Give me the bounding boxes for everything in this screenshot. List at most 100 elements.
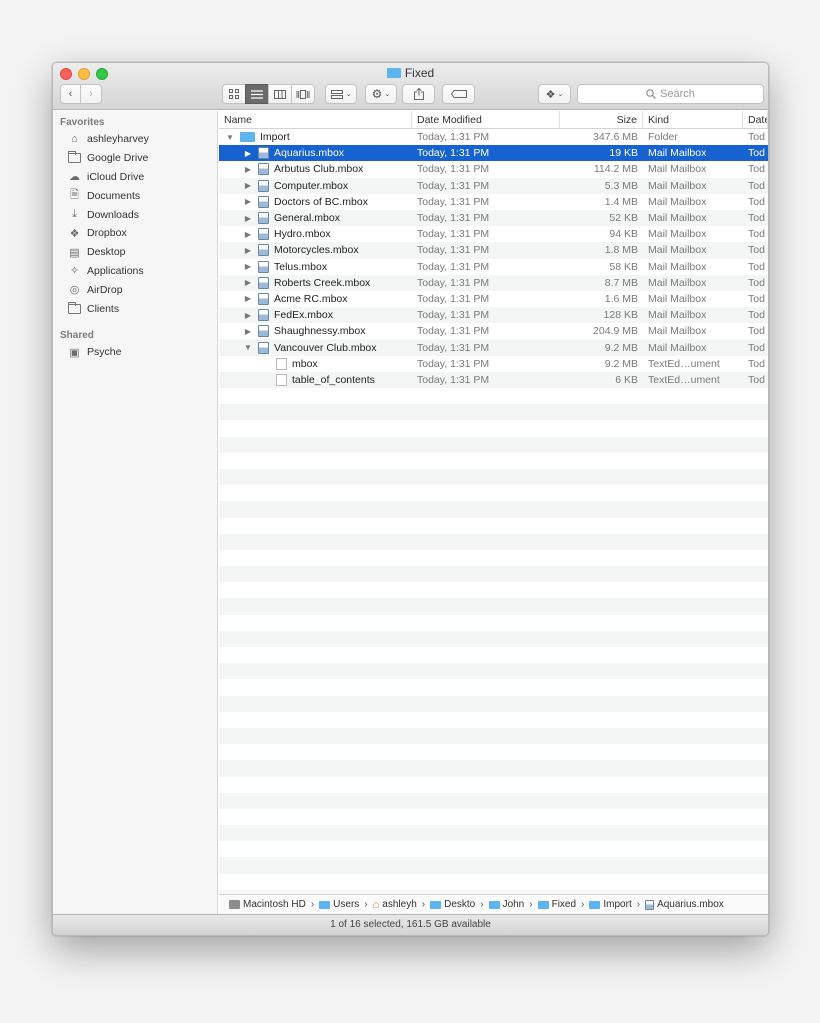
window-title: Fixed [53, 66, 768, 80]
file-name: General.mbox [274, 212, 340, 225]
table-row[interactable]: ▶ Aquarius.mbox Today, 1:31 PM 19 KB Mai… [219, 145, 768, 162]
path-segment[interactable]: Fixed [537, 899, 576, 910]
empty-row [219, 760, 768, 777]
sidebar-item-label: Applications [87, 264, 144, 277]
empty-row [219, 485, 768, 501]
folder-icon [430, 900, 442, 909]
table-row[interactable]: ▶ Hydro.mbox Today, 1:31 PM 94 KB Mail M… [219, 226, 768, 242]
column-headers: Name Date Modified Size Kind Date [219, 111, 768, 129]
empty-row [219, 566, 768, 583]
table-row[interactable]: table_of_contents Today, 1:31 PM 6 KB Te… [219, 371, 768, 388]
disclosure-closed-icon[interactable]: ▶ [242, 278, 254, 287]
disclosure-open-icon[interactable]: ▼ [242, 343, 254, 352]
date-added: Tod [748, 341, 765, 354]
downloads-icon: ⤓ [72, 208, 77, 221]
table-row[interactable]: ▶ Computer.mbox Today, 1:31 PM 5.3 MB Ma… [219, 177, 768, 194]
file-name: table_of_contents [292, 373, 375, 386]
file-size: 1.8 MB [604, 244, 638, 257]
table-row[interactable]: ▶ Acme RC.mbox Today, 1:31 PM 1.6 MB Mai… [219, 291, 768, 307]
forward-button[interactable]: › [80, 84, 102, 104]
disclosure-open-icon[interactable]: ▼ [224, 133, 236, 142]
date-modified: Today, 1:31 PM [417, 325, 490, 338]
file-kind: Folder [648, 131, 678, 144]
column-view-button[interactable] [268, 84, 292, 104]
back-button[interactable]: ‹ [60, 84, 81, 104]
file-size: 8.7 MB [604, 276, 638, 289]
file-kind: Mail Mailbox [648, 341, 707, 354]
list-view-button[interactable] [245, 84, 269, 104]
edit-tags-button[interactable] [442, 84, 475, 104]
date-modified: Today, 1:31 PM [417, 292, 490, 305]
column-header-name[interactable]: Name [219, 111, 412, 128]
table-row[interactable]: ▶ Doctors of BC.mbox Today, 1:31 PM 1.4 … [219, 194, 768, 210]
column-header-size[interactable]: Size [560, 111, 643, 128]
column-header-kind[interactable]: Kind [643, 111, 743, 128]
chevron-right-icon: › [364, 899, 368, 910]
arrange-button[interactable]: ⌄ [325, 84, 357, 104]
date-modified: Today, 1:31 PM [417, 163, 490, 176]
disclosure-closed-icon[interactable]: ▶ [242, 181, 254, 190]
path-segment[interactable]: Deskto [430, 899, 475, 910]
disclosure-closed-icon[interactable]: ▶ [242, 294, 254, 303]
table-row[interactable]: ▶ Telus.mbox Today, 1:31 PM 58 KB Mail M… [219, 259, 768, 275]
disclosure-closed-icon[interactable]: ▶ [242, 262, 254, 271]
sidebar-item-documents[interactable]: 🗎 Documents [53, 186, 217, 205]
file-size: 58 KB [609, 260, 638, 273]
path-segment[interactable]: Users [319, 899, 359, 910]
icon-view-button[interactable] [222, 84, 246, 104]
table-row[interactable]: ▶ Roberts Creek.mbox Today, 1:31 PM 8.7 … [219, 274, 768, 291]
date-modified: Today, 1:31 PM [417, 244, 490, 257]
document-icon [276, 373, 287, 386]
disclosure-closed-icon[interactable]: ▶ [242, 230, 254, 239]
sidebar-item-applications[interactable]: ✧ Applications [53, 262, 217, 281]
action-button[interactable]: ⚙ ⌄ [365, 84, 397, 104]
disclosure-closed-icon[interactable]: ▶ [242, 165, 254, 174]
path-segment[interactable]: Macintosh HD [229, 899, 306, 910]
file-name: Roberts Creek.mbox [274, 276, 371, 289]
sidebar-item-ashleyharvey[interactable]: ⌂ ashleyharvey [53, 130, 217, 149]
table-row[interactable]: ▶ FedEx.mbox Today, 1:31 PM 128 KB Mail … [219, 307, 768, 324]
path-segment[interactable]: John [488, 899, 524, 910]
chevron-right-icon: › [310, 899, 315, 910]
table-row[interactable]: ▶ General.mbox Today, 1:31 PM 52 KB Mail… [219, 209, 768, 227]
sidebar-item-airdrop[interactable]: ◎ AirDrop [53, 280, 217, 299]
path-segment[interactable]: Import [589, 899, 632, 910]
file-size: 1.6 MB [604, 292, 638, 305]
sidebar-item-clients[interactable]: Clients [53, 299, 217, 318]
mailbox-icon [258, 163, 269, 176]
disclosure-closed-icon[interactable]: ▶ [242, 149, 254, 158]
dropbox-icon: ❖ [69, 227, 80, 240]
sidebar-item-google-drive[interactable]: Google Drive [53, 149, 217, 168]
sidebar-item-psyche[interactable]: ▣ Psyche [53, 343, 217, 362]
dropbox-button[interactable]: ❖ ⌄ [538, 84, 571, 104]
search-input[interactable]: Search [577, 84, 764, 104]
sidebar-item-dropbox[interactable]: ❖ Dropbox [53, 224, 217, 243]
path-segment[interactable]: Aquarius.mbox [645, 899, 724, 910]
disclosure-closed-icon[interactable]: ▶ [242, 246, 254, 255]
sidebar-item-downloads[interactable]: ⤓ Downloads [53, 205, 217, 224]
table-row[interactable]: ▼ Import Today, 1:31 PM 347.6 MB Folder … [219, 129, 768, 145]
sidebar-item-desktop[interactable]: ▤ Desktop [53, 243, 217, 262]
disclosure-closed-icon[interactable]: ▶ [242, 197, 254, 206]
chevron-down-icon: ⌄ [345, 91, 352, 98]
cover-flow-view-button[interactable] [291, 84, 315, 104]
table-row[interactable]: ▶ Arbutus Club.mbox Today, 1:31 PM 114.2… [219, 161, 768, 177]
disclosure-closed-icon[interactable]: ▶ [242, 327, 254, 336]
disclosure-closed-icon[interactable]: ▶ [242, 311, 254, 320]
disclosure-closed-icon[interactable]: ▶ [242, 214, 254, 223]
folder-icon [240, 132, 255, 143]
mailbox-icon [258, 195, 269, 208]
table-row[interactable]: ▼ Vancouver Club.mbox Today, 1:31 PM 9.2… [219, 339, 768, 356]
table-row[interactable]: ▶ Motorcycles.mbox Today, 1:31 PM 1.8 MB… [219, 242, 768, 259]
table-row[interactable]: mbox Today, 1:31 PM 9.2 MB TextEd…ument … [219, 356, 768, 372]
list-lines-icon [251, 89, 263, 99]
empty-row [219, 679, 768, 695]
empty-row [219, 727, 768, 745]
table-row[interactable]: ▶ Shaughnessy.mbox Today, 1:31 PM 204.9 … [219, 323, 768, 339]
column-header-date-modified[interactable]: Date Modified [412, 111, 560, 128]
sidebar-item-icloud-drive[interactable]: ☁ iCloud Drive [53, 168, 217, 187]
path-segment[interactable]: ⌂ ashleyh [373, 899, 417, 911]
column-header-date[interactable]: Date [743, 111, 768, 128]
date-added: Tod [748, 292, 765, 305]
share-button[interactable] [402, 84, 435, 104]
